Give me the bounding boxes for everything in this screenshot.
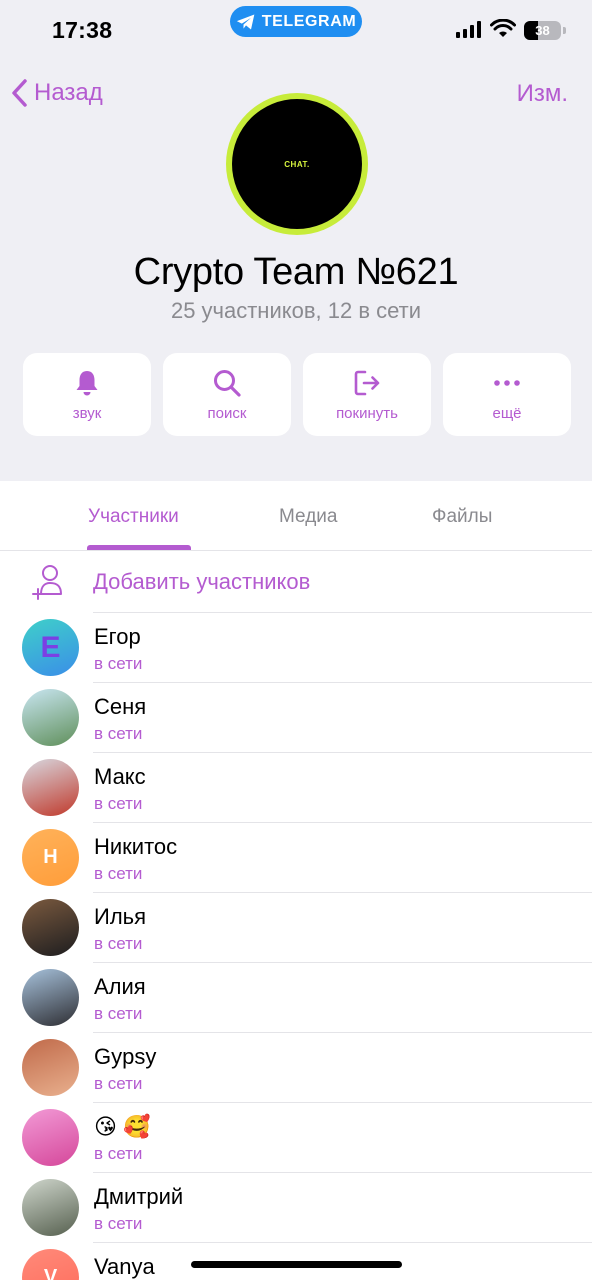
- member-status: в сети: [94, 864, 143, 883]
- member-name: Макс: [94, 764, 146, 789]
- group-avatar[interactable]: CHAT.: [226, 93, 368, 235]
- group-member-count: 25 участников, 12 в сети: [170, 298, 422, 323]
- chevron-left-icon: [12, 79, 27, 107]
- avatar-initial: Н: [43, 846, 58, 868]
- member-row[interactable]: Gypsy в сети: [0, 1033, 592, 1103]
- avatar-initial: V: [43, 1266, 58, 1280]
- avatar[interactable]: [22, 1179, 79, 1236]
- member-name: Егор: [94, 624, 141, 649]
- more-icon: [494, 380, 520, 386]
- tab-members[interactable]: Участники: [88, 506, 179, 528]
- avatar[interactable]: E: [22, 619, 79, 676]
- tab-bar: Участники Медиа Файлы: [0, 481, 592, 551]
- member-row[interactable]: E Егор в сети: [0, 613, 592, 683]
- home-indicator[interactable]: [191, 1261, 402, 1268]
- member-row[interactable]: Илья в сети: [0, 893, 592, 963]
- member-name: Vanya: [94, 1254, 155, 1279]
- leave-label: покинуть: [336, 405, 398, 422]
- avatar[interactable]: V: [22, 1249, 79, 1280]
- avatar[interactable]: [22, 899, 79, 956]
- avatar[interactable]: [22, 969, 79, 1026]
- tab-media[interactable]: Медиа: [279, 506, 337, 528]
- battery-level: 38: [535, 23, 550, 38]
- battery-icon: 38: [524, 21, 561, 40]
- member-list: E Егор в сети Сеня в сети Макс в сети Н Никитос в…: [0, 613, 592, 1280]
- avatar[interactable]: [22, 689, 79, 746]
- add-members-label: Добавить участников: [93, 569, 311, 594]
- member-status: в сети: [94, 794, 143, 813]
- member-name: Алия: [94, 974, 146, 999]
- avatar[interactable]: Н: [22, 829, 79, 886]
- member-row[interactable]: 😘 🥰 в сети: [0, 1103, 592, 1173]
- member-name: Дмитрий: [94, 1184, 184, 1209]
- member-name: Илья: [94, 904, 147, 929]
- add-person-icon: [32, 565, 62, 600]
- search-icon: [214, 370, 241, 397]
- member-status: в сети: [94, 934, 143, 953]
- back-button[interactable]: Назад: [10, 78, 103, 108]
- avatar[interactable]: [22, 759, 79, 816]
- member-row[interactable]: Н Никитос в сети: [0, 823, 592, 893]
- mute-label: звук: [72, 405, 102, 422]
- avatar[interactable]: [22, 1039, 79, 1096]
- action-bar: звук поиск покинуть ещё: [23, 353, 571, 436]
- clock: 17:38: [52, 17, 113, 43]
- status-bar: 17:38 TELEGRAM 38: [0, 0, 592, 60]
- member-status: в сети: [94, 724, 143, 743]
- more-button[interactable]: ещё: [443, 353, 571, 436]
- cellular-signal-icon: [456, 21, 481, 38]
- leave-icon: [354, 370, 380, 396]
- tab-files[interactable]: Файлы: [432, 506, 492, 528]
- edit-button[interactable]: Изм.: [517, 80, 568, 108]
- group-avatar-logo: CHAT.: [232, 99, 362, 229]
- mute-button[interactable]: звук: [23, 353, 151, 436]
- group-name: Crypto Team №621: [133, 251, 459, 293]
- telegram-icon: [236, 14, 255, 29]
- leave-button[interactable]: покинуть: [303, 353, 431, 436]
- member-status: в сети: [94, 1144, 143, 1163]
- active-tab-indicator: [87, 545, 191, 550]
- member-status: в сети: [94, 1074, 143, 1093]
- telegram-pill-label: TELEGRAM: [261, 12, 357, 30]
- member-name: 😘 🥰: [94, 1114, 151, 1139]
- member-row[interactable]: Дмитрий в сети: [0, 1173, 592, 1243]
- member-row[interactable]: Макс в сети: [0, 753, 592, 823]
- member-row[interactable]: Алия в сети: [0, 963, 592, 1033]
- member-status: в сети: [94, 1004, 143, 1023]
- member-status: в сети: [94, 1214, 143, 1233]
- member-name: Никитос: [94, 834, 178, 859]
- member-name: Gypsy: [94, 1044, 157, 1069]
- search-label: поиск: [207, 405, 247, 422]
- avatar[interactable]: [22, 1109, 79, 1166]
- telegram-pill[interactable]: TELEGRAM: [230, 6, 362, 37]
- member-status: в сети: [94, 654, 143, 673]
- back-label: Назад: [34, 79, 103, 106]
- bell-icon: [76, 371, 98, 396]
- more-label: ещё: [492, 405, 522, 422]
- add-members-button[interactable]: Добавить участников: [0, 551, 592, 613]
- member-row[interactable]: Сеня в сети: [0, 683, 592, 753]
- avatar-initial: E: [40, 630, 61, 664]
- wifi-icon: [490, 19, 516, 37]
- search-button[interactable]: поиск: [163, 353, 291, 436]
- member-name: Сеня: [94, 694, 147, 719]
